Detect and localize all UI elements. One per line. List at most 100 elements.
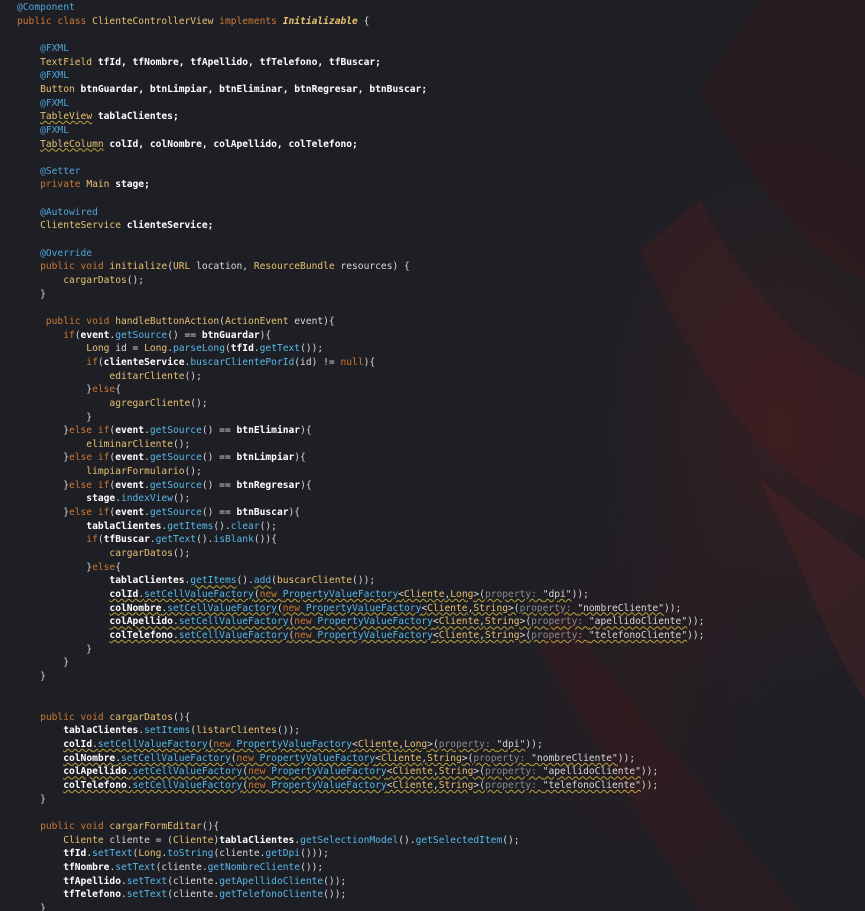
code-token: getItems — [167, 520, 214, 532]
code-line[interactable]: cargarDatos(); — [17, 547, 190, 560]
code-line[interactable]: tfTelefono.setText(cliente.getTelefonoCl… — [17, 888, 346, 901]
code-line[interactable]: }else if(event.getSource() == btnElimina… — [17, 424, 312, 437]
code-line[interactable]: if(clienteService.buscarClientePorId(id)… — [17, 356, 375, 369]
code-line[interactable]: } — [17, 288, 46, 301]
code-line[interactable]: } — [17, 656, 69, 669]
code-line[interactable]: private Main stage; — [17, 178, 150, 191]
code-line[interactable]: } — [17, 902, 46, 911]
code-line[interactable]: @FXML — [17, 97, 69, 110]
code-token: getText — [259, 343, 301, 355]
code-token: ()); — [276, 725, 301, 737]
code-line[interactable]: ClienteService clienteService; — [17, 219, 213, 232]
code-line[interactable]: tfApellido.setText(cliente.getApellidoCl… — [17, 875, 346, 888]
code-line[interactable]: colApellido.setCellValueFactory(new Prop… — [17, 615, 704, 628]
code-token: TextField — [17, 56, 98, 68]
code-line[interactable]: }else{ — [17, 383, 121, 396]
code-line[interactable]: Long id = Long.parseLong(tfId.getText())… — [17, 342, 323, 355]
code-token: tablaClientes — [17, 520, 162, 532]
code-line[interactable]: @Autowired — [17, 206, 98, 219]
code-token: setCellValueFactory — [167, 602, 277, 614]
code-token: ){ — [300, 425, 312, 437]
code-line[interactable]: public void handleButtonAction(ActionEve… — [17, 315, 335, 328]
code-token: () == — [201, 507, 237, 519]
code-line[interactable]: cargarDatos(); — [17, 274, 144, 287]
code-token: cliente = ( — [109, 834, 173, 846]
code-line[interactable]: } — [17, 670, 46, 683]
code-line[interactable]: tablaClientes.getItems().add(buscarClien… — [17, 574, 375, 587]
code-line[interactable]: }else if(event.getSource() == btnBuscar)… — [17, 506, 300, 519]
code-token: tablaClientes — [63, 725, 139, 737]
code-token: else — [92, 384, 116, 396]
code-line[interactable]: public void initialize(URL location, Res… — [17, 260, 410, 273]
code-line[interactable]: tfNombre.setText(cliente.getNombreClient… — [17, 861, 323, 874]
code-editor[interactable]: @Component public class ClienteController… — [0, 0, 865, 911]
code-token: PropertyValueFactory — [317, 629, 433, 641]
code-line[interactable]: }else if(event.getSource() == btnRegresa… — [17, 479, 311, 492]
code-token: TableColumn — [40, 138, 104, 150]
code-line[interactable]: TableColumn colId, colNombre, colApellid… — [17, 138, 358, 151]
code-token: >( — [473, 588, 485, 600]
code-token: property: — [484, 766, 543, 778]
code-line[interactable]: tablaClientes.setItems(listarClientes())… — [17, 724, 300, 737]
code-line[interactable]: colApellido.setCellValueFactory(new Prop… — [17, 765, 658, 778]
code-line[interactable]: colTelefono.setCellValueFactory(new Prop… — [17, 779, 658, 792]
code-line[interactable]: } — [17, 643, 92, 656]
code-token: (); — [172, 438, 191, 450]
code-line[interactable]: editarCliente(); — [17, 370, 201, 383]
code-line[interactable]: } — [17, 411, 92, 424]
code-line[interactable]: }else if(event.getSource() == btnLimpiar… — [17, 451, 306, 464]
code-line[interactable]: Button btnGuardar, btnLimpiar, btnElimin… — [17, 83, 427, 96]
code-token: else — [92, 561, 116, 573]
code-token: public void — [17, 711, 110, 723]
code-token: (id) != — [294, 356, 341, 368]
code-token: } — [17, 657, 69, 669]
code-area[interactable]: @Component public class ClienteController… — [0, 0, 865, 911]
code-line[interactable]: colId.setCellValueFactory(new PropertyVa… — [17, 588, 589, 601]
code-token: new — [294, 629, 318, 641]
code-token: buscarCliente — [276, 575, 353, 587]
code-line[interactable]: public void cargarDatos(){ — [17, 711, 190, 724]
code-line[interactable]: @FXML — [17, 124, 69, 137]
code-line[interactable]: stage.indexView(); — [17, 492, 190, 505]
code-line[interactable]: if(tfBuscar.getText().isBlank()){ — [17, 533, 277, 546]
code-token: new — [248, 766, 272, 778]
code-line[interactable]: colTelefono.setCellValueFactory(new Prop… — [17, 629, 704, 642]
code-line[interactable]: }else{ — [17, 561, 121, 574]
code-token: () == — [201, 452, 237, 464]
code-line[interactable]: @FXML — [17, 69, 69, 82]
code-token: property: — [531, 616, 589, 628]
code-token: tablaClientes — [219, 834, 295, 846]
code-token: setText — [115, 861, 156, 873]
code-line[interactable]: TableView tablaClientes; — [17, 110, 179, 123]
code-line[interactable]: TextField tfId, tfNombre, tfApellido, tf… — [17, 56, 381, 69]
code-token: String — [484, 629, 520, 641]
code-line[interactable]: eliminarCliente(); — [17, 438, 190, 451]
code-token: )); — [640, 766, 659, 778]
code-line[interactable]: tablaClientes.getItems().clear(); — [17, 520, 277, 533]
code-line[interactable]: public void cargarFormEditar(){ — [17, 820, 219, 833]
code-line[interactable]: if(event.getSource() == btnGuardar){ — [17, 329, 271, 342]
code-token: @Autowired — [17, 206, 98, 218]
code-line[interactable]: colNombre.setCellValueFactory(new Proper… — [17, 752, 635, 765]
code-token: new — [294, 616, 318, 628]
code-token: (cliente. — [213, 848, 266, 860]
code-line[interactable]: tfId.setText(Long.toString(cliente.getDp… — [17, 847, 329, 860]
code-token: getDpi — [265, 848, 301, 860]
code-token: } — [17, 793, 46, 805]
code-line[interactable]: @Component — [17, 1, 75, 14]
code-line[interactable]: public class ClienteControllerView imple… — [17, 15, 369, 28]
code-line[interactable]: colNombre.setCellValueFactory(new Proper… — [17, 602, 681, 615]
code-line[interactable]: @Override — [17, 247, 92, 260]
code-line[interactable]: Cliente cliente = (Cliente)tablaClientes… — [17, 834, 519, 847]
code-token: listarClientes — [196, 725, 277, 737]
code-token: )); — [687, 616, 705, 628]
code-token: PropertyValueFactory — [271, 766, 387, 778]
code-line[interactable]: } — [17, 793, 46, 806]
code-line[interactable]: @FXML — [17, 42, 69, 55]
code-token: { — [115, 384, 121, 396]
code-line[interactable]: colId.setCellValueFactory(new PropertyVa… — [17, 738, 543, 751]
code-line[interactable]: limpiarFormulario(); — [17, 465, 202, 478]
code-line[interactable]: agregarCliente(); — [17, 397, 207, 410]
code-line[interactable]: @Setter — [17, 165, 80, 178]
